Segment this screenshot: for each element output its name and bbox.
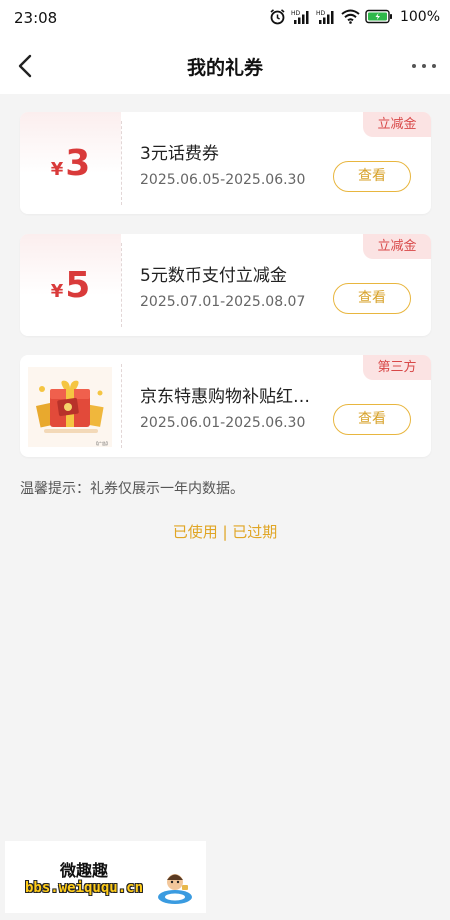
watermark: 微趣趣 bbs.weiququ.cn (5, 841, 206, 913)
svg-text:【广告】: 【广告】 (94, 440, 110, 446)
more-dots-icon (412, 64, 436, 68)
coupon-amount: 3 (65, 142, 91, 184)
expired-link[interactable]: 已过期 (232, 523, 277, 541)
coupon-name: 3元话费券 (140, 144, 219, 164)
coupon-name: 京东特惠购物补贴红… (140, 387, 310, 407)
gift-box-image: 【广告】 (28, 367, 112, 447)
view-button[interactable]: 查看 (333, 283, 411, 314)
mascot-icon (158, 874, 192, 904)
battery-percentage: 100% (399, 8, 440, 25)
status-icons: HD HD 100% (269, 8, 440, 25)
hd-signal-icon: HD (291, 10, 309, 24)
used-link[interactable]: 已使用 (173, 523, 218, 541)
coupon-date-range: 2025.06.05-2025.06.30 (140, 172, 306, 188)
coupon-card: 【广告】 京东特惠购物补贴红… 2025.06.01-2025.06.30 第三… (20, 355, 431, 457)
status-bar: 23:08 HD HD 100% (0, 0, 450, 38)
coupon-amount: 5 (65, 264, 91, 306)
coupon-tag: 立减金 (363, 112, 431, 137)
currency-symbol: ¥ (50, 158, 64, 180)
svg-text:HD: HD (291, 10, 301, 17)
coupon-tag: 第三方 (363, 355, 431, 380)
watermark-url: bbs.weiququ.cn (25, 880, 144, 896)
nav-bar: 我的礼券 (0, 38, 450, 94)
status-time: 23:08 (14, 9, 58, 27)
currency-symbol: ¥ (50, 280, 64, 302)
card-divider (121, 121, 122, 205)
coupon-card: ¥ 3 3元话费券 2025.06.05-2025.06.30 立减金 查看 (20, 112, 431, 214)
card-divider (121, 243, 122, 327)
battery-icon (365, 9, 392, 24)
coupon-tag: 立减金 (363, 234, 431, 259)
link-separator: | (217, 523, 233, 541)
tip-text: 温馨提示：礼券仅展示一年内数据。 (20, 481, 244, 497)
coupon-name: 5元数币支付立减金 (140, 266, 287, 286)
page-title: 我的礼券 (186, 57, 263, 79)
coupon-date-range: 2025.06.01-2025.06.30 (140, 415, 306, 431)
card-divider (121, 364, 122, 448)
history-links: 已使用 | 已过期 (0, 521, 450, 542)
more-button[interactable] (408, 50, 440, 82)
svg-text:HD: HD (316, 10, 326, 17)
hd-signal-icon: HD (316, 10, 334, 24)
coupon-date-range: 2025.07.01-2025.08.07 (140, 294, 306, 310)
coupon-card: ¥ 5 5元数币支付立减金 2025.07.01-2025.08.07 立减金 … (20, 234, 431, 336)
coupon-value: ¥ 3 (20, 112, 121, 214)
view-button[interactable]: 查看 (333, 404, 411, 435)
wifi-icon (341, 9, 360, 24)
alarm-icon (270, 9, 285, 25)
watermark-title: 微趣趣 (60, 861, 109, 880)
coupon-value: ¥ 5 (20, 234, 121, 336)
view-button[interactable]: 查看 (333, 161, 411, 192)
